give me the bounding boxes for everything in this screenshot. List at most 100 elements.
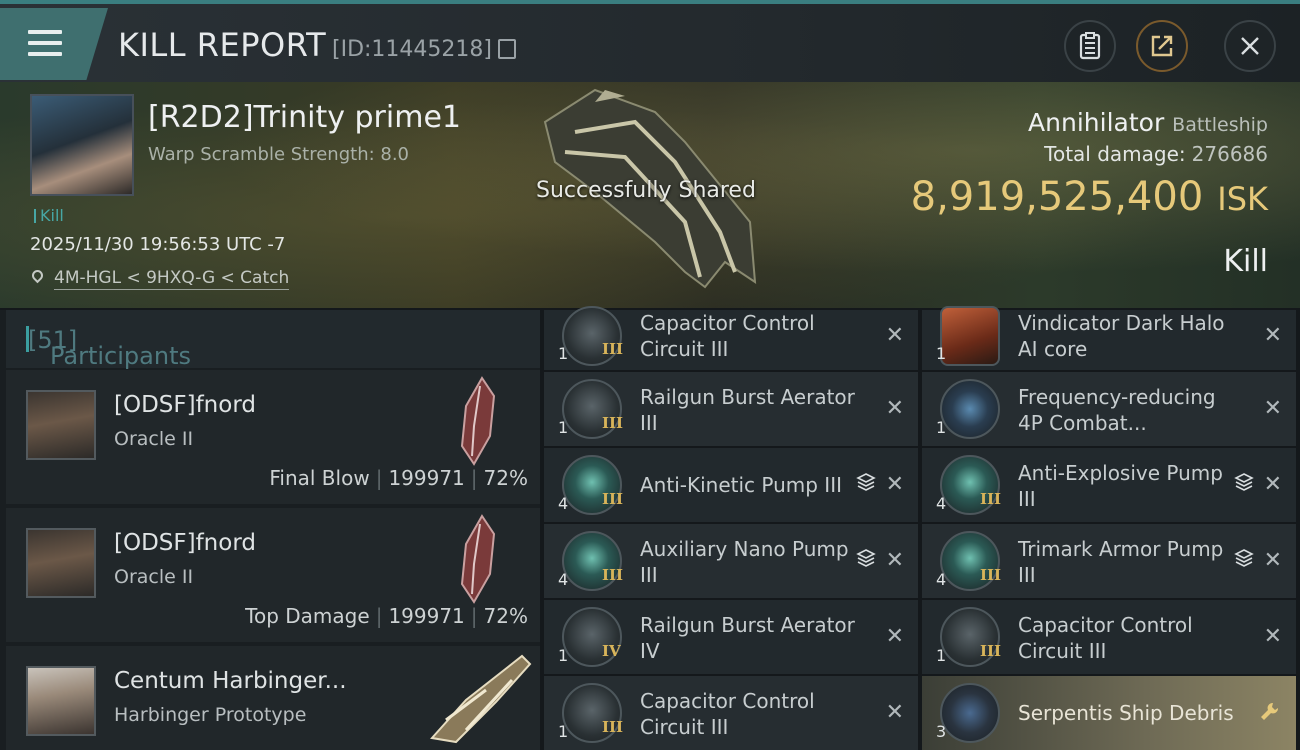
participant-ship: Harbinger Prototype bbox=[114, 704, 307, 726]
participants-header[interactable]: Participants [51] bbox=[6, 310, 540, 370]
total-damage-label: Total damage: bbox=[1044, 142, 1186, 166]
kill-datetime: 2025/11/30 19:56:53 UTC -7 bbox=[30, 234, 286, 255]
close-icon[interactable]: ✕ bbox=[886, 325, 904, 347]
item-quantity: 1 bbox=[558, 646, 569, 665]
item-tier: III bbox=[602, 566, 624, 584]
location-pin-icon bbox=[29, 267, 46, 284]
item-name: Trimark Armor Pump III bbox=[1018, 537, 1224, 587]
close-icon[interactable]: ✕ bbox=[1264, 325, 1282, 347]
item-name: Serpentis Ship Debris bbox=[1018, 701, 1234, 725]
item-slot[interactable]: 1 IV Railgun Burst Aerator IV ✕ bbox=[544, 600, 918, 674]
participant-role: Final Blow bbox=[269, 466, 370, 490]
kill-result: Kill bbox=[1223, 244, 1268, 279]
close-icon[interactable]: ✕ bbox=[886, 626, 904, 648]
participant-row[interactable]: [ODSF]fnord Oracle II Top Damage | 199971 |… bbox=[6, 508, 540, 642]
frequency-icon bbox=[940, 379, 1000, 439]
warp-scramble: Warp Scramble Strength: 8.0 bbox=[148, 144, 410, 165]
item-tier: III bbox=[602, 490, 624, 508]
item-tier: IV bbox=[602, 642, 621, 660]
victim-avatar[interactable] bbox=[30, 94, 134, 196]
copy-icon[interactable] bbox=[498, 39, 516, 59]
close-icon[interactable]: ✕ bbox=[1264, 626, 1282, 648]
item-slot[interactable]: 1 III Capacitor Control Circuit III ✕ bbox=[922, 600, 1296, 674]
close-icon[interactable]: ✕ bbox=[1264, 398, 1282, 420]
item-quantity: 1 bbox=[558, 344, 569, 363]
item-quantity: 1 bbox=[558, 418, 569, 437]
victim-ship-class: Battleship bbox=[1172, 114, 1268, 136]
victim-ship-line: Annihilator Battleship bbox=[1028, 108, 1268, 137]
stack-icon[interactable] bbox=[856, 472, 876, 492]
item-name: Vindicator Dark Halo AI core bbox=[1018, 311, 1225, 361]
close-icon[interactable]: ✕ bbox=[1264, 474, 1282, 496]
item-slot[interactable]: 1 III Capacitor Control Circuit III ✕ bbox=[544, 676, 918, 750]
item-slot[interactable]: 4 III Trimark Armor Pump III ✕ bbox=[922, 524, 1296, 598]
page-title: KILL REPORT bbox=[118, 26, 327, 64]
close-icon bbox=[1241, 37, 1259, 55]
close-icon[interactable]: ✕ bbox=[886, 474, 904, 496]
menu-icon bbox=[28, 52, 62, 56]
victim-ship-name: Annihilator bbox=[1028, 108, 1165, 137]
item-name: Capacitor Control Circuit III bbox=[1018, 613, 1193, 663]
item-quantity: 4 bbox=[558, 570, 569, 589]
item-slot[interactable]: 4 III Auxiliary Nano Pump III ✕ bbox=[544, 524, 918, 598]
kill-location-link[interactable]: 4M-HGL < 9HXQ-G < Catch bbox=[54, 268, 290, 290]
menu-icon bbox=[28, 30, 62, 34]
participant-ship: Oracle II bbox=[114, 428, 194, 450]
item-quantity: 4 bbox=[936, 570, 947, 589]
kill-tag: Kill bbox=[34, 206, 64, 225]
menu-icon bbox=[28, 41, 62, 45]
item-name: Railgun Burst Aerator IV bbox=[640, 613, 855, 663]
item-slot[interactable]: 1 Frequency-reducing 4P Combat... ✕ bbox=[922, 372, 1296, 446]
item-quantity: 1 bbox=[936, 344, 947, 363]
participant-name: [ODSF]fnord bbox=[114, 530, 256, 556]
share-button[interactable] bbox=[1136, 20, 1188, 72]
close-button[interactable] bbox=[1224, 20, 1276, 72]
report-id: [ID:11445218] bbox=[332, 37, 492, 62]
item-name: Anti-Explosive Pump III bbox=[1018, 461, 1223, 511]
top-bar: KILL REPORT [ID:11445218] bbox=[0, 0, 1300, 82]
item-name: Capacitor Control Circuit III bbox=[640, 689, 815, 739]
item-tier: III bbox=[602, 340, 624, 358]
item-name: Frequency-reducing 4P Combat... bbox=[1018, 385, 1216, 435]
item-slot-highlighted[interactable]: 3 Serpentis Ship Debris bbox=[922, 676, 1296, 750]
item-tier: III bbox=[602, 414, 624, 432]
item-slot[interactable]: 1 III Capacitor Control Circuit III ✕ bbox=[544, 306, 918, 370]
item-quantity: 4 bbox=[936, 494, 947, 513]
oracle-ship-icon bbox=[460, 514, 496, 604]
item-tier: III bbox=[980, 490, 1002, 508]
item-slot[interactable]: 4 III Anti-Explosive Pump III ✕ bbox=[922, 448, 1296, 522]
clipboard-button[interactable] bbox=[1064, 20, 1116, 72]
item-quantity: 3 bbox=[936, 722, 947, 741]
participant-ship: Oracle II bbox=[114, 566, 194, 588]
item-name: Capacitor Control Circuit III bbox=[640, 311, 815, 361]
close-icon[interactable]: ✕ bbox=[886, 398, 904, 420]
stack-icon[interactable] bbox=[1234, 472, 1254, 492]
close-icon[interactable]: ✕ bbox=[1264, 550, 1282, 572]
participant-stats: Final Blow | 199971 | 72% bbox=[269, 466, 528, 490]
wrench-icon[interactable] bbox=[1258, 700, 1282, 724]
participant-row[interactable]: Centum Harbinger... Harbinger Prototype bbox=[6, 646, 540, 750]
item-quantity: 1 bbox=[558, 722, 569, 741]
participant-percent: 72% bbox=[483, 466, 528, 490]
stack-icon[interactable] bbox=[856, 548, 876, 568]
close-icon[interactable]: ✕ bbox=[886, 550, 904, 572]
menu-button[interactable] bbox=[0, 8, 108, 80]
participants-panel: Participants [51] [ODSF]fnord Oracle II … bbox=[0, 310, 540, 750]
harbinger-ship-icon bbox=[430, 654, 532, 744]
participant-stats: Top Damage | 199971 | 72% bbox=[245, 604, 528, 628]
victim-name[interactable]: [R2D2]Trinity prime1 bbox=[148, 100, 461, 135]
stack-icon[interactable] bbox=[1234, 548, 1254, 568]
item-slot[interactable]: 1 III Railgun Burst Aerator III ✕ bbox=[544, 372, 918, 446]
total-damage: Total damage: 276686 bbox=[1044, 142, 1268, 166]
participant-row[interactable]: [ODSF]fnord Oracle II Final Blow | 199971 |… bbox=[6, 370, 540, 504]
participant-damage: 199971 bbox=[388, 604, 465, 628]
item-slot[interactable]: 4 III Anti-Kinetic Pump III ✕ bbox=[544, 448, 918, 522]
participant-name: [ODSF]fnord bbox=[114, 392, 256, 418]
participant-damage: 199971 bbox=[388, 466, 465, 490]
item-quantity: 1 bbox=[936, 646, 947, 665]
participant-avatar bbox=[26, 528, 96, 598]
close-icon[interactable]: ✕ bbox=[886, 702, 904, 724]
item-slot[interactable]: 1 Vindicator Dark Halo AI core ✕ bbox=[922, 306, 1296, 370]
clipboard-icon bbox=[1079, 32, 1101, 60]
item-tier: III bbox=[980, 642, 1002, 660]
